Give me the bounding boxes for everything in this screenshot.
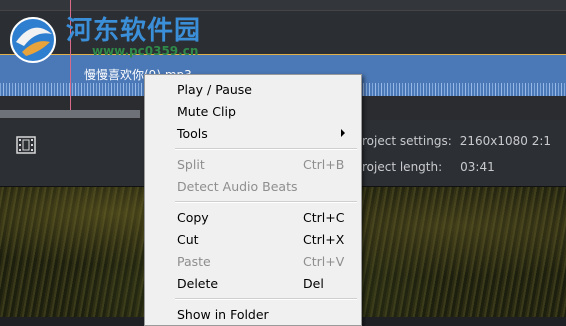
menu-item-label: Detect Audio Beats [177,179,298,194]
menu-item-detect-audio-beats[interactable]: Detect Audio Beats [145,176,361,198]
menu-item-copy[interactable]: Copy Ctrl+C [145,207,361,229]
menu-item-shortcut: Del [303,276,324,291]
menu-item-label: Tools [177,126,208,141]
menu-item-shortcut: Ctrl+B [303,157,345,172]
menu-separator [175,201,357,203]
context-menu: Play / Pause Mute Clip Tools Split Ctrl+… [144,74,362,326]
menu-item-tools[interactable]: Tools [145,123,361,145]
timeline-scrollbar[interactable] [0,110,140,118]
filmstrip-icon[interactable] [16,136,36,154]
submenu-arrow-icon [341,129,345,137]
menu-item-label: Delete [177,276,219,291]
menu-item-mute-clip[interactable]: Mute Clip [145,101,361,123]
menu-item-paste[interactable]: Paste Ctrl+V [145,251,361,273]
menu-item-label: Play / Pause [177,82,252,97]
watermark-logo [10,17,56,63]
watermark-title: 河东软件园 [66,16,202,46]
menu-item-cut[interactable]: Cut Ctrl+X [145,229,361,251]
menu-item-label: Split [177,157,205,172]
project-length-label: roject length: [362,160,443,174]
menu-item-show-in-folder[interactable]: Show in Folder [145,304,361,326]
menu-item-shortcut: Ctrl+V [303,254,345,269]
menu-separator [175,148,357,150]
project-length-value: 03:41 [460,160,495,174]
menu-item-delete[interactable]: Delete Del [145,273,361,295]
menu-item-play-pause[interactable]: Play / Pause [145,79,361,101]
menu-item-shortcut: Ctrl+X [303,232,345,247]
menu-separator [175,298,357,300]
watermark-url: www.pc0359.cn [92,44,199,58]
menu-item-shortcut: Ctrl+C [303,210,345,225]
project-settings: roject settings: 2160x1080 2:1 [362,134,551,148]
menu-item-split[interactable]: Split Ctrl+B [145,154,361,176]
project-settings-value: 2160x1080 2:1 [459,134,552,148]
menu-item-label: Show in Folder [177,307,269,322]
menu-item-label: Cut [177,232,199,247]
menu-item-label: Paste [177,254,211,269]
project-length: roject length: 03:41 [362,160,495,174]
menu-item-label: Mute Clip [177,104,236,119]
menu-item-label: Copy [177,210,209,225]
project-settings-label: roject settings: [362,134,452,148]
